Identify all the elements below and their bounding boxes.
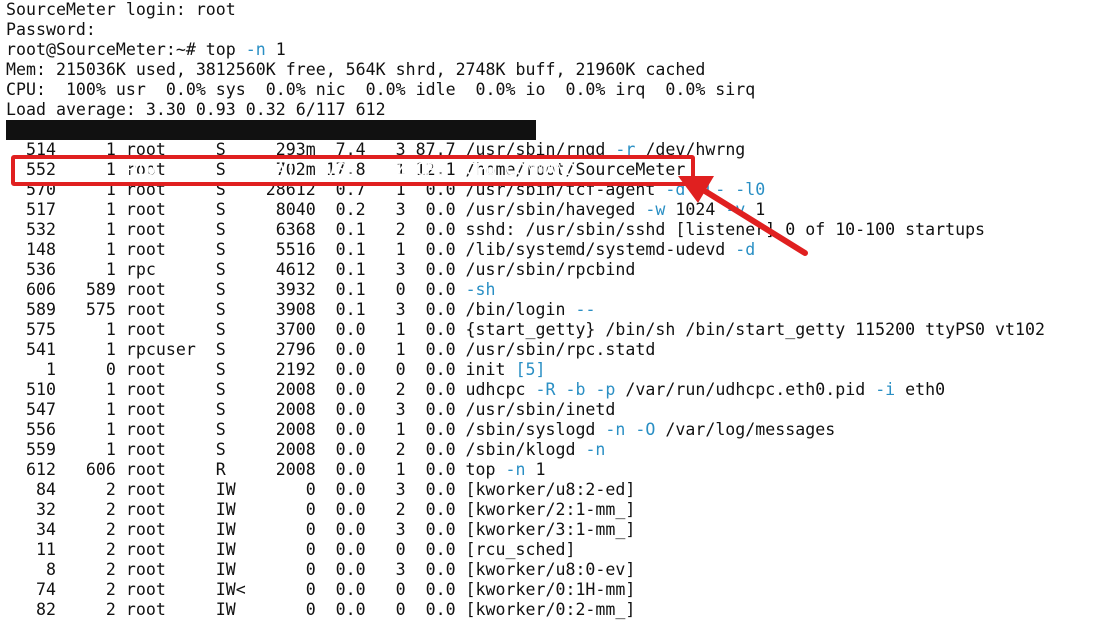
option-flag: -w bbox=[645, 200, 666, 219]
line-text: Password: bbox=[6, 20, 96, 39]
line-text: 8 2 root IW 0 0.0 3 0.0 [kworker/u8:0-ev… bbox=[6, 560, 636, 579]
line-text: 1 bbox=[525, 460, 546, 479]
session-lines: SourceMeter login: root Password: root@Sou… bbox=[6, 0, 1096, 120]
process-row-line: 34 2 root IW 0 0.0 3 0.0 [kworker/3:1-mm… bbox=[6, 520, 1096, 540]
line-text: 536 1 rpc S 4612 0.1 3 0.0 /usr/sbin/rpc… bbox=[6, 260, 636, 279]
process-row-line: 559 1 root S 2008 0.0 2 0.0 /sbin/klogd … bbox=[6, 440, 1096, 460]
process-row-line: 1 0 root S 2192 0.0 0 0.0 init [5] bbox=[6, 360, 1096, 380]
line-text: 556 1 root S 2008 0.0 1 0.0 /sbin/syslog… bbox=[6, 420, 606, 439]
session-line: CPU: 100% usr 0.0% sys 0.0% nic 0.0% idl… bbox=[6, 80, 1096, 100]
line-text: 84 2 root IW 0 0.0 3 0.0 [kworker/u8:2-e… bbox=[6, 480, 636, 499]
option-flag: -r bbox=[615, 140, 636, 159]
line-text: 32 2 root IW 0 0.0 2 0.0 [kworker/2:1-mm… bbox=[6, 500, 636, 519]
process-row-line: 32 2 root IW 0 0.0 2 0.0 [kworker/2:1-mm… bbox=[6, 500, 1096, 520]
terminal-output[interactable]: SourceMeter login: root Password: root@Sou… bbox=[6, 0, 1096, 620]
line-text: 514 1 root S 293m 7.4 3 87.7 /usr/sbin/r… bbox=[6, 140, 616, 159]
process-row-line: 74 2 root IW< 0 0.0 0 0.0 [kworker/0:1H-… bbox=[6, 580, 1096, 600]
option-flag: -v bbox=[725, 200, 746, 219]
option-flag: -R -b -p bbox=[535, 380, 616, 399]
line-text: 148 1 root S 5516 0.1 1 0.0 /lib/systemd… bbox=[6, 240, 736, 259]
line-text: SourceMeter login: root bbox=[6, 0, 236, 19]
process-row-line: 148 1 root S 5516 0.1 1 0.0 /lib/systemd… bbox=[6, 240, 1096, 260]
line-text: Mem: 215036K used, 3812560K free, 564K s… bbox=[6, 60, 706, 79]
line-text: /var/log/messages bbox=[655, 420, 836, 439]
process-row-line: 11 2 root IW 0 0.0 0 0.0 [rcu_sched] bbox=[6, 540, 1096, 560]
process-row-line: 606 589 root S 3932 0.1 0 0.0 -sh bbox=[6, 280, 1096, 300]
line-text: 570 1 root S 28612 0.7 1 0.0 /usr/sbin/t… bbox=[6, 180, 666, 199]
line-text: 541 1 rpcuser S 2796 0.0 1 0.0 /usr/sbin… bbox=[6, 340, 656, 359]
line-text: 1 bbox=[745, 200, 766, 219]
option-flag: -n bbox=[585, 440, 606, 459]
line-text: 1 bbox=[265, 40, 286, 59]
line-text: 517 1 root S 8040 0.2 3 0.0 /usr/sbin/ha… bbox=[6, 200, 646, 219]
process-row-line: 532 1 root S 6368 0.1 2 0.0 sshd: /usr/s… bbox=[6, 220, 1096, 240]
line-text: 1024 bbox=[665, 200, 726, 219]
option-flag: -- bbox=[575, 300, 596, 319]
line-text: /var/run/udhcpc.eth0.pid bbox=[615, 380, 876, 399]
session-line: Load average: 3.30 0.93 0.32 6/117 612 bbox=[6, 100, 1096, 120]
line-text: 606 589 root S 3932 0.1 0 0.0 bbox=[6, 280, 466, 299]
line-text: 82 2 root IW 0 0.0 0 0.0 [kworker/0:2-mm… bbox=[6, 600, 636, 619]
line-text: /dev/hwrng bbox=[635, 140, 746, 159]
line-text: root@SourceMeter:~# top bbox=[6, 40, 246, 59]
process-row-line: 510 1 root S 2008 0.0 2 0.0 udhcpc -R -b… bbox=[6, 380, 1096, 400]
process-row-line: 612 606 root R 2008 0.0 1 0.0 top -n 1 bbox=[6, 460, 1096, 480]
session-line: Mem: 215036K used, 3812560K free, 564K s… bbox=[6, 60, 1096, 80]
line-text: 1 0 root S 2192 0.0 0 0.0 init bbox=[6, 360, 516, 379]
session-line: Password: bbox=[6, 20, 1096, 40]
process-row-line: 541 1 rpcuser S 2796 0.0 1 0.0 /usr/sbin… bbox=[6, 340, 1096, 360]
line-text: 575 1 root S 3700 0.0 1 0.0 {start_getty… bbox=[6, 320, 1045, 339]
option-flag: [5] bbox=[515, 360, 546, 379]
line-text: 34 2 root IW 0 0.0 3 0.0 [kworker/3:1-mm… bbox=[6, 520, 636, 539]
line-text: 510 1 root S 2008 0.0 2 0.0 udhcpc bbox=[6, 380, 536, 399]
line-text: 547 1 root S 2008 0.0 3 0.0 /usr/sbin/in… bbox=[6, 400, 616, 419]
line-text: 532 1 root S 6368 0.1 2 0.0 sshd: /usr/s… bbox=[6, 220, 986, 239]
process-row-line: 536 1 rpc S 4612 0.1 3 0.0 /usr/sbin/rpc… bbox=[6, 260, 1096, 280]
header-text: PID PPID USER STAT VSZ %VSZ CPU %CPU COM… bbox=[45, 160, 576, 179]
line-text: 74 2 root IW< 0 0.0 0 0.0 [kworker/0:1H-… bbox=[6, 580, 636, 599]
line-text: 589 575 root S 3908 0.1 3 0.0 /bin/login bbox=[6, 300, 576, 319]
process-row-line: 575 1 root S 3700 0.0 1 0.0 {start_getty… bbox=[6, 320, 1096, 340]
session-line: SourceMeter login: root bbox=[6, 0, 1096, 20]
process-row-line: 589 575 root S 3908 0.1 3 0.0 /bin/login… bbox=[6, 300, 1096, 320]
line-text: eth0 bbox=[895, 380, 946, 399]
option-flag: -d bbox=[735, 240, 756, 259]
line-text: 612 606 root R 2008 0.0 1 0.0 top bbox=[6, 460, 506, 479]
line-text: Load average: 3.30 0.93 0.32 6/117 612 bbox=[6, 100, 386, 119]
process-table-header: PID PPID USER STAT VSZ %VSZ CPU %CPU COM… bbox=[6, 120, 1096, 179]
option-flag: -d -L- -l0 bbox=[665, 180, 766, 199]
line-text: CPU: 100% usr 0.0% sys 0.0% nic 0.0% idl… bbox=[6, 80, 756, 99]
option-flag: -sh bbox=[465, 280, 496, 299]
option-flag: -n bbox=[505, 460, 526, 479]
session-line: root@SourceMeter:~# top -n 1 bbox=[6, 40, 1096, 60]
process-row-line: 556 1 root S 2008 0.0 1 0.0 /sbin/syslog… bbox=[6, 420, 1096, 440]
option-flag: -n bbox=[245, 40, 266, 59]
process-table: 514 1 root S 293m 7.4 3 87.7 /usr/sbin/r… bbox=[6, 140, 1096, 620]
process-row-line: 84 2 root IW 0 0.0 3 0.0 [kworker/u8:2-e… bbox=[6, 480, 1096, 500]
line-text: 11 2 root IW 0 0.0 0 0.0 [rcu_sched] bbox=[6, 540, 576, 559]
header-band bbox=[6, 120, 536, 140]
process-row-line: 570 1 root S 28612 0.7 1 0.0 /usr/sbin/t… bbox=[6, 180, 1096, 200]
process-row-line: 8 2 root IW 0 0.0 3 0.0 [kworker/u8:0-ev… bbox=[6, 560, 1096, 580]
process-row-line: 82 2 root IW 0 0.0 0 0.0 [kworker/0:2-mm… bbox=[6, 600, 1096, 620]
option-flag: -n -O bbox=[605, 420, 656, 439]
process-row-line: 547 1 root S 2008 0.0 3 0.0 /usr/sbin/in… bbox=[6, 400, 1096, 420]
line-text: 559 1 root S 2008 0.0 2 0.0 /sbin/klogd bbox=[6, 440, 586, 459]
process-row-line: 517 1 root S 8040 0.2 3 0.0 /usr/sbin/ha… bbox=[6, 200, 1096, 220]
option-flag: -i bbox=[875, 380, 896, 399]
process-row-line: 514 1 root S 293m 7.4 3 87.7 /usr/sbin/r… bbox=[6, 140, 1096, 160]
